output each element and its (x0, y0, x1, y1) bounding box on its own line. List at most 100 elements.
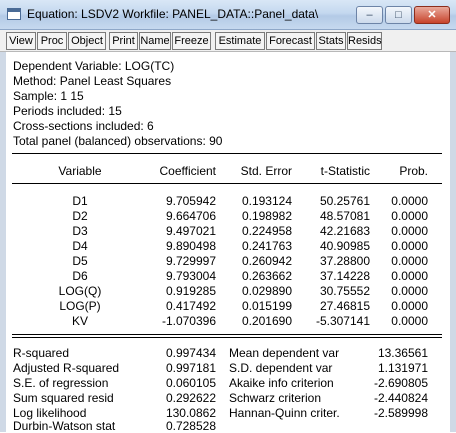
sample-line: Sample: 1 15 (13, 89, 84, 103)
cross-sections-line: Cross-sections included: 6 (13, 119, 154, 133)
stat-value: 0.997434 (165, 346, 216, 360)
resids-button[interactable]: Resids (347, 32, 382, 50)
maximize-button[interactable]: □ (385, 6, 412, 24)
stat-label: S.D. dependent var (229, 361, 333, 375)
estimate-button[interactable]: Estimate (215, 32, 265, 50)
prob-value: 0.0000 (391, 239, 428, 253)
tstat-value: 30.75552 (319, 284, 370, 298)
window-icon (7, 8, 21, 20)
stat-value: 0.060105 (165, 376, 216, 390)
stderr-value: 0.198982 (241, 209, 292, 223)
prob-value: 0.0000 (391, 299, 428, 313)
col-header-coefficient: Coefficient (159, 164, 216, 178)
freeze-button[interactable]: Freeze (172, 32, 211, 50)
name-button[interactable]: Name (139, 32, 171, 50)
periods-line: Periods included: 15 (13, 104, 122, 118)
variable-name: D3 (72, 224, 88, 238)
variable-name: D5 (72, 254, 88, 268)
coefficient-value: 0.417492 (165, 299, 216, 313)
tstat-value: 27.46815 (319, 299, 370, 313)
stderr-value: 0.193124 (241, 194, 292, 208)
stderr-value: 0.241763 (241, 239, 292, 253)
stat-label: Sum squared resid (13, 391, 114, 405)
col-header-stderr: Std. Error (240, 164, 292, 178)
window-title: Equation: LSDV2 Workfile: PANEL_DATA::Pa… (27, 7, 319, 21)
coefficient-value: 9.729997 (165, 254, 216, 268)
coefficient-value: 0.919285 (165, 284, 216, 298)
stat-value: -2.589998 (373, 406, 428, 420)
tstat-value: 50.25761 (319, 194, 370, 208)
stat-label: Akaike info criterion (229, 376, 334, 390)
variable-name: D2 (72, 209, 88, 223)
prob-value: 0.0000 (391, 209, 428, 223)
stat-value: 0.997181 (165, 361, 216, 375)
col-header-tstat: t-Statistic (320, 164, 370, 178)
col-header-variable: Variable (58, 164, 102, 178)
prob-value: 0.0000 (391, 224, 428, 238)
stderr-value: 0.263662 (241, 269, 292, 283)
coefficient-value: 9.497021 (165, 224, 216, 238)
variable-name: D6 (72, 269, 88, 283)
tstat-value: 40.90985 (319, 239, 370, 253)
stderr-value: 0.201690 (241, 314, 292, 328)
stats-button[interactable]: Stats (316, 32, 346, 50)
stderr-value: 0.015199 (241, 299, 292, 313)
prob-value: 0.0000 (391, 314, 428, 328)
prob-value: 0.0000 (391, 269, 428, 283)
proc-button[interactable]: Proc (37, 32, 67, 50)
tstat-value: 37.28800 (319, 254, 370, 268)
stat-value: 130.0862 (165, 406, 216, 420)
tstat-value: -5.307141 (315, 314, 370, 328)
tstat-value: 42.21683 (319, 224, 370, 238)
coefficient-value: 9.793004 (165, 269, 216, 283)
stderr-value: 0.260942 (241, 254, 292, 268)
window-border-right (450, 52, 456, 432)
title-bar[interactable]: Equation: LSDV2 Workfile: PANEL_DATA::Pa… (0, 0, 456, 30)
stat-label: Log likelihood (13, 406, 87, 420)
stat-label: Durbin-Watson stat (13, 419, 116, 433)
stat-label: Mean dependent var (229, 346, 340, 360)
toolbar: View Proc Object Print Name Freeze Estim… (0, 30, 456, 52)
stat-label: R-squared (13, 346, 70, 360)
tstat-value: 37.14228 (319, 269, 370, 283)
stat-value: 13.36561 (377, 346, 428, 360)
minimize-button[interactable]: – (356, 6, 383, 24)
tstat-value: 48.57081 (319, 209, 370, 223)
table-header-rule (12, 183, 442, 184)
stderr-value: 0.029890 (241, 284, 292, 298)
stat-label: Hannan-Quinn criter. (229, 406, 340, 420)
dependent-variable-line: Dependent Variable: LOG(TC) (13, 59, 175, 73)
prob-value: 0.0000 (391, 284, 428, 298)
table-bottom-rule-double (12, 337, 442, 338)
coefficient-value: -1.070396 (161, 314, 216, 328)
print-button[interactable]: Print (109, 32, 138, 50)
forecast-button[interactable]: Forecast (266, 32, 315, 50)
stat-value: 0.728528 (165, 419, 216, 433)
method-line: Method: Panel Least Squares (13, 74, 172, 88)
view-button[interactable]: View (6, 32, 36, 50)
stat-label: Schwarz criterion (229, 391, 322, 405)
stat-value: -2.440824 (373, 391, 428, 405)
stderr-value: 0.224958 (241, 224, 292, 238)
table-top-rule (12, 153, 442, 154)
prob-value: 0.0000 (391, 254, 428, 268)
variable-name: D1 (72, 194, 88, 208)
stat-value: -2.690805 (373, 376, 428, 390)
variable-name: KV (71, 314, 88, 328)
stat-value: 1.131971 (377, 361, 428, 375)
prob-value: 0.0000 (391, 194, 428, 208)
stat-value: 0.292622 (165, 391, 216, 405)
observations-line: Total panel (balanced) observations: 90 (13, 134, 223, 148)
table-bottom-rule (12, 334, 442, 335)
variable-name: LOG(Q) (58, 284, 102, 298)
stat-label: S.E. of regression (13, 376, 109, 390)
object-button[interactable]: Object (68, 32, 106, 50)
window-border-left (0, 52, 6, 432)
close-button[interactable]: ✕ (414, 6, 450, 24)
coefficient-value: 9.664706 (165, 209, 216, 223)
coefficient-value: 9.890498 (165, 239, 216, 253)
col-header-prob: Prob. (399, 164, 428, 178)
stat-label: Adjusted R-squared (13, 361, 120, 375)
variable-name: D4 (72, 239, 88, 253)
variable-name: LOG(P) (59, 299, 101, 313)
